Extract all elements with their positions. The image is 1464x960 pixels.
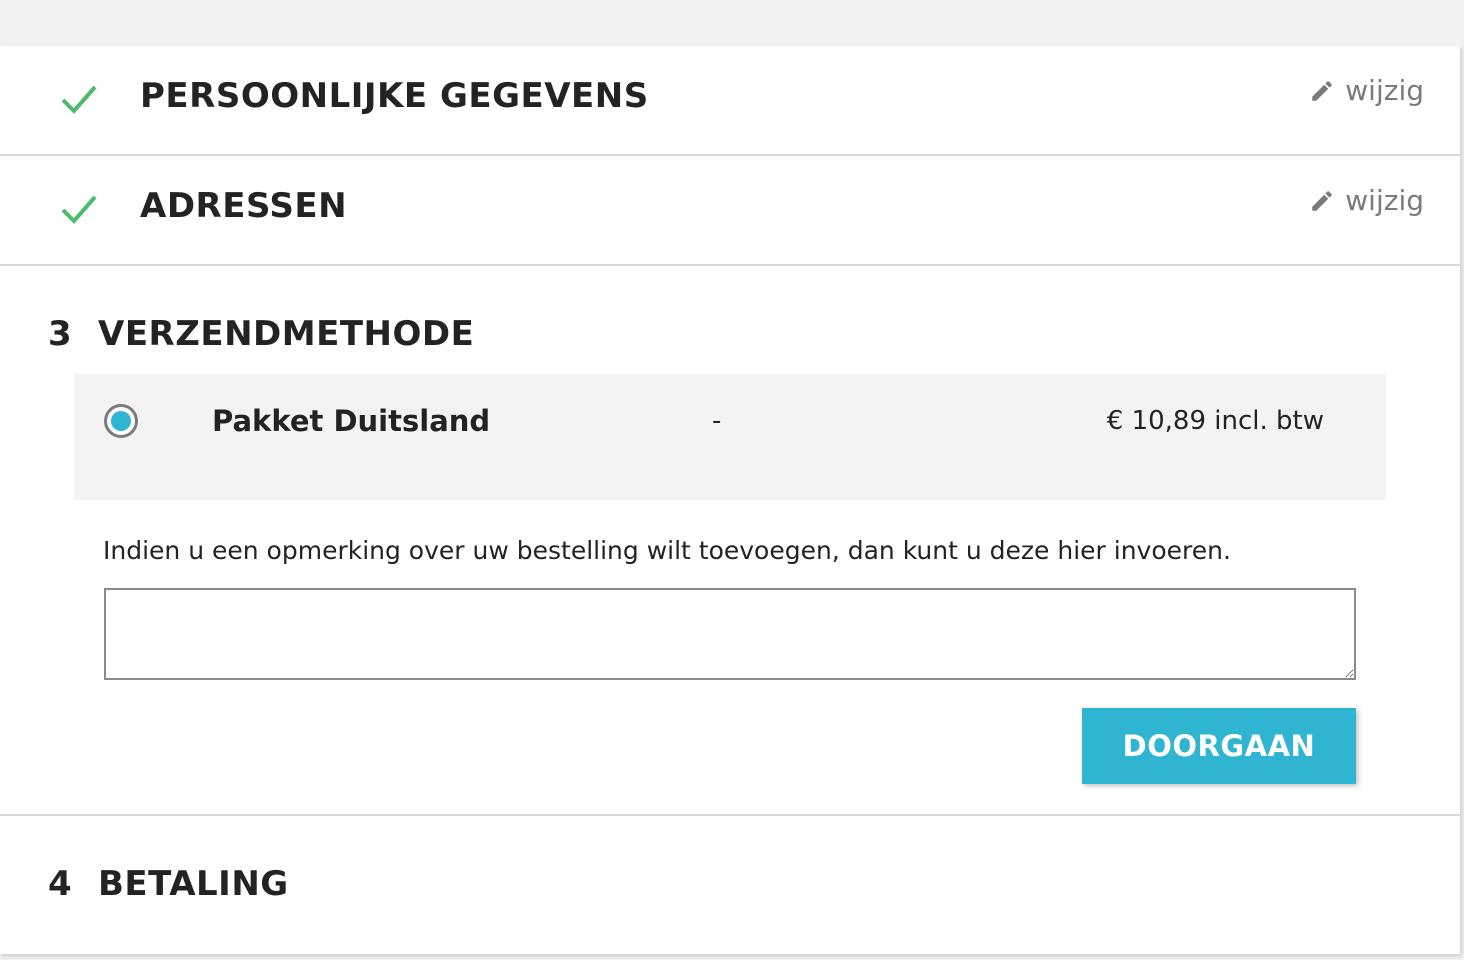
step-title: ADRESSEN bbox=[140, 186, 348, 226]
step-title-payment[interactable]: BETALING bbox=[98, 864, 289, 904]
step-addresses[interactable]: ADRESSEN wijzig bbox=[0, 156, 1460, 266]
order-comment-textarea[interactable] bbox=[104, 588, 1356, 680]
checkout-panel: PERSOONLIJKE GEGEVENS wijzig ADRESSEN wi… bbox=[0, 46, 1460, 954]
step-title-delivery: VERZENDMETHODE bbox=[98, 314, 475, 354]
edit-personal-info-link[interactable]: wijzig bbox=[1309, 74, 1424, 107]
pencil-icon bbox=[1312, 190, 1333, 211]
carrier-price: € 10,89 incl. btw bbox=[1106, 406, 1324, 436]
check-icon bbox=[61, 85, 97, 114]
continue-button[interactable]: DOORGAAN bbox=[1082, 708, 1356, 784]
step-number-payment: 4 bbox=[48, 864, 72, 904]
carrier-delay: - bbox=[712, 406, 722, 436]
step-personal-info[interactable]: PERSOONLIJKE GEGEVENS wijzig bbox=[0, 46, 1460, 156]
order-comment-label: Indien u een opmerking over uw bestellin… bbox=[103, 536, 1231, 565]
radio-selected-dot bbox=[111, 411, 131, 431]
edit-label: wijzig bbox=[1345, 184, 1424, 217]
carrier-name: Pakket Duitsland bbox=[212, 404, 491, 438]
check-icon bbox=[61, 195, 97, 224]
edit-label: wijzig bbox=[1345, 74, 1424, 107]
pencil-icon bbox=[1312, 80, 1333, 101]
step-number-delivery: 3 bbox=[48, 314, 72, 354]
section-divider bbox=[0, 814, 1460, 816]
edit-addresses-link[interactable]: wijzig bbox=[1309, 184, 1424, 217]
step-title: PERSOONLIJKE GEGEVENS bbox=[140, 76, 649, 116]
delivery-option-radio[interactable] bbox=[104, 404, 138, 438]
delivery-option-row[interactable]: Pakket Duitsland - € 10,89 incl. btw bbox=[74, 374, 1386, 500]
